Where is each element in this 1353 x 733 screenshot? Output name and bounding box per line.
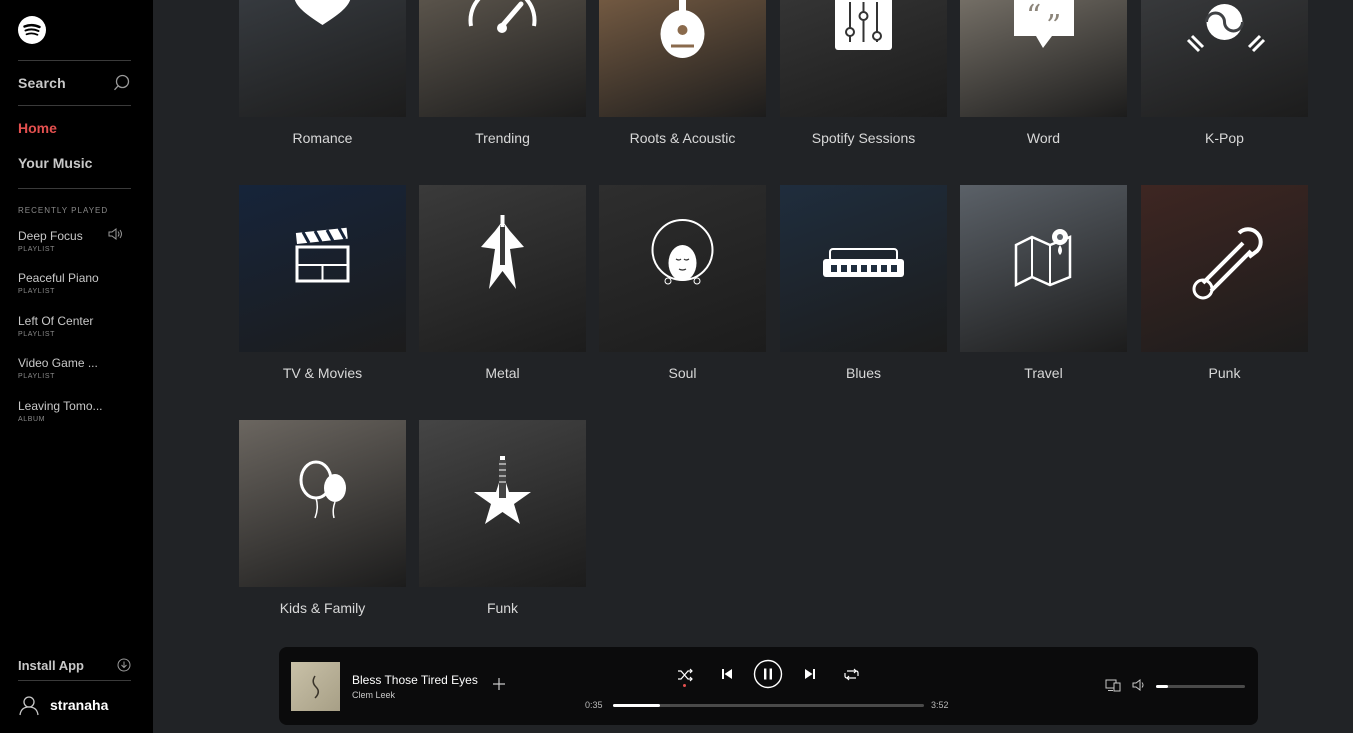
nav-home[interactable]: Home <box>18 120 57 136</box>
genre-tile-trending[interactable] <box>419 0 586 117</box>
genre-label[interactable]: Metal <box>419 365 586 381</box>
clapperboard-icon <box>295 227 350 283</box>
shuffle-icon[interactable] <box>677 668 693 682</box>
genre-tile-word[interactable]: “” <box>960 0 1127 117</box>
quote-bubble-icon: “” <box>1014 0 1074 48</box>
track-title[interactable]: Bless Those Tired Eyes <box>352 673 478 687</box>
volume-icon[interactable] <box>1132 679 1146 691</box>
recent-item-title: Video Game ... <box>18 356 98 370</box>
nav-your-music[interactable]: Your Music <box>18 155 92 171</box>
user-avatar-icon <box>19 696 39 716</box>
genre-tile-tv-movies[interactable] <box>239 185 406 352</box>
genre-label[interactable]: Travel <box>960 365 1127 381</box>
speedometer-icon <box>468 0 537 33</box>
elapsed-time: 0:35 <box>585 700 603 710</box>
now-playing-speaker-icon <box>108 228 122 240</box>
genre-tile-funk[interactable] <box>419 420 586 587</box>
next-track-icon[interactable] <box>804 668 816 680</box>
player-bar: Bless Those Tired Eyes Clem Leek 0:35 3:… <box>279 647 1258 725</box>
genre-label[interactable]: Kids & Family <box>239 600 406 616</box>
recent-item[interactable]: Left Of Center PLAYLIST <box>18 314 138 338</box>
install-app-button[interactable]: Install App <box>18 650 131 681</box>
star-guitar-icon <box>474 456 531 524</box>
mandolin-icon <box>660 0 705 58</box>
genre-label[interactable]: Word <box>960 130 1127 146</box>
duration-time: 3:52 <box>931 700 949 710</box>
balloons-icon <box>299 460 346 519</box>
genre-tile-roots-acoustic[interactable] <box>599 0 766 117</box>
genre-label[interactable]: Punk <box>1141 365 1308 381</box>
genre-label[interactable]: K-Pop <box>1141 130 1308 146</box>
user-profile[interactable]: stranaha <box>18 694 108 716</box>
search-icon <box>114 74 130 91</box>
genre-label[interactable]: Soul <box>599 365 766 381</box>
repeat-icon[interactable] <box>844 668 859 681</box>
recent-item[interactable]: Peaceful Piano PLAYLIST <box>18 271 138 295</box>
recent-item-type: PLAYLIST <box>18 373 55 380</box>
install-app-label: Install App <box>18 657 84 673</box>
harmonica-icon <box>823 248 904 277</box>
album-art[interactable] <box>291 662 340 711</box>
genre-tile-kids-family[interactable] <box>239 420 406 587</box>
add-to-library-icon[interactable] <box>492 677 506 691</box>
download-icon <box>117 658 131 672</box>
recent-item-type: PLAYLIST <box>18 331 55 338</box>
devices-icon[interactable] <box>1105 679 1121 692</box>
recent-item-type: PLAYLIST <box>18 288 55 295</box>
recently-played-heading: RECENTLY PLAYED <box>18 206 109 215</box>
recent-item[interactable]: Leaving Tomo... ALBUM <box>18 399 138 423</box>
volume-slider[interactable] <box>1156 685 1245 688</box>
recent-item-type: PLAYLIST <box>18 246 55 253</box>
guitar-icon <box>481 215 524 289</box>
svg-text:”: ” <box>1046 9 1061 44</box>
pause-button[interactable] <box>753 659 783 689</box>
progress-fill <box>613 704 660 707</box>
genre-tile-romance[interactable] <box>239 0 406 117</box>
korean-flag-icon <box>1186 4 1266 53</box>
genre-tile-punk[interactable] <box>1141 185 1308 352</box>
safety-pin-icon <box>1192 227 1263 300</box>
genre-label[interactable]: Funk <box>419 600 586 616</box>
sidebar: Search Home Your Music RECENTLY PLAYED D… <box>0 0 153 733</box>
previous-track-icon[interactable] <box>721 668 733 680</box>
spotify-logo-icon[interactable] <box>18 16 46 44</box>
genre-tile-k-pop[interactable] <box>1141 0 1308 117</box>
genre-tile-soul[interactable] <box>599 185 766 352</box>
afro-face-icon <box>651 219 714 285</box>
sidebar-divider <box>18 188 131 189</box>
volume-fill <box>1156 685 1169 688</box>
genre-label[interactable]: Romance <box>239 130 406 146</box>
sidebar-search[interactable]: Search <box>18 60 131 106</box>
heart-icon <box>294 0 351 25</box>
genre-tile-spotify-sessions[interactable] <box>780 0 947 117</box>
mixer-icon <box>835 0 892 50</box>
genre-label[interactable]: Blues <box>780 365 947 381</box>
recent-item-type: ALBUM <box>18 416 46 423</box>
map-pin-icon <box>1014 229 1072 288</box>
track-artist[interactable]: Clem Leek <box>352 690 395 700</box>
progress-bar[interactable] <box>613 704 924 707</box>
genre-tile-travel[interactable] <box>960 185 1127 352</box>
genre-label[interactable]: Spotify Sessions <box>780 130 947 146</box>
genre-label[interactable]: Roots & Acoustic <box>599 130 766 146</box>
recent-item-title: Peaceful Piano <box>18 271 99 285</box>
genre-tile-metal[interactable] <box>419 185 586 352</box>
genre-label[interactable]: Trending <box>419 130 586 146</box>
genre-label[interactable]: TV & Movies <box>239 365 406 381</box>
svg-text:“: “ <box>1026 0 1041 34</box>
recent-item-title: Leaving Tomo... <box>18 399 103 413</box>
genre-tile-blues[interactable] <box>780 185 947 352</box>
shuffle-active-dot <box>683 684 686 687</box>
search-label: Search <box>18 75 66 91</box>
username: stranaha <box>50 697 109 713</box>
recent-item-title: Left Of Center <box>18 314 94 328</box>
recent-item[interactable]: Video Game ... PLAYLIST <box>18 356 138 380</box>
